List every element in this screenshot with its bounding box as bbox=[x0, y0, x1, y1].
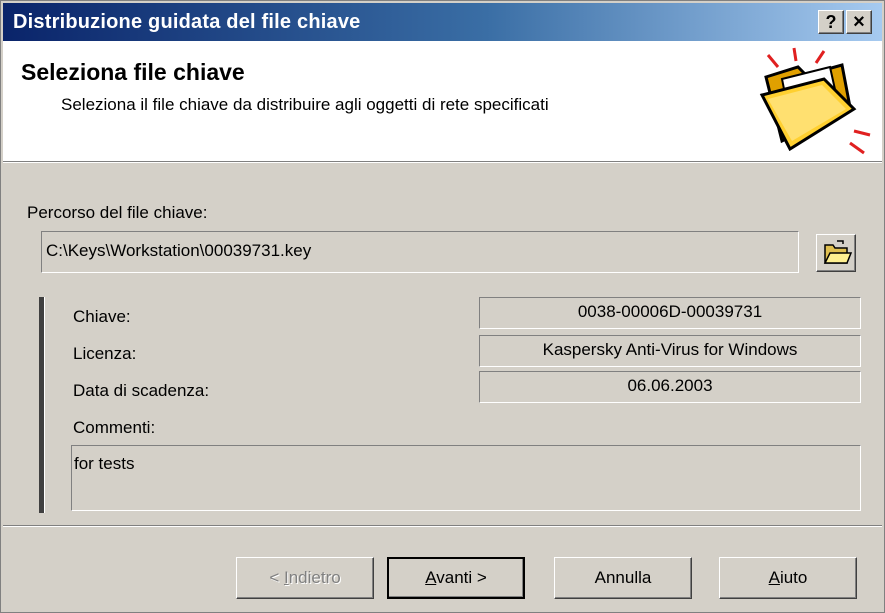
comments-value: for tests bbox=[74, 454, 135, 473]
next-button[interactable]: Avanti > bbox=[387, 557, 525, 599]
help-button-mnemonic: A bbox=[768, 568, 780, 587]
cancel-button[interactable]: Annulla bbox=[554, 557, 692, 599]
details-bracket bbox=[39, 297, 45, 513]
wizard-header: Seleziona file chiave Seleziona il file … bbox=[3, 41, 882, 161]
license-value-field: Kaspersky Anti-Virus for Windows bbox=[479, 335, 861, 367]
folder-icon bbox=[759, 47, 871, 155]
key-label: Chiave: bbox=[73, 307, 131, 326]
license-label: Licenza: bbox=[73, 344, 137, 363]
next-button-mnemonic: A bbox=[425, 568, 437, 587]
help-title-button[interactable]: ? bbox=[818, 10, 844, 34]
path-label: Percorso del file chiave: bbox=[27, 203, 208, 222]
open-folder-icon bbox=[823, 240, 853, 264]
close-button[interactable]: × bbox=[846, 10, 872, 34]
footer-separator bbox=[3, 525, 882, 527]
header-separator bbox=[3, 161, 882, 163]
back-button-label: ndietro bbox=[288, 568, 341, 587]
back-button-prefix: < bbox=[269, 568, 284, 587]
comments-field: for tests bbox=[71, 445, 861, 511]
help-button-label: iuto bbox=[779, 568, 808, 587]
title-bar[interactable]: Distribuzione guidata del file chiave ? … bbox=[3, 3, 882, 41]
comments-label: Commenti: bbox=[73, 418, 156, 437]
key-value-field: 0038-00006D-00039731 bbox=[479, 297, 861, 329]
expiry-value-field: 06.06.2003 bbox=[479, 371, 861, 403]
page-title: Seleziona file chiave bbox=[21, 59, 245, 85]
help-button[interactable]: Aiuto bbox=[719, 557, 857, 599]
key-path-field[interactable]: C:\Keys\Workstation\00039731.key bbox=[41, 231, 799, 273]
window-title: Distribuzione guidata del file chiave bbox=[13, 11, 361, 33]
browse-button[interactable] bbox=[816, 234, 856, 272]
back-button[interactable]: < Indietro bbox=[236, 557, 374, 599]
next-button-label: vanti > bbox=[436, 568, 487, 587]
page-description: Seleziona il file chiave da distribuire … bbox=[61, 95, 549, 114]
key-path-value: C:\Keys\Workstation\00039731.key bbox=[46, 241, 312, 260]
wizard-window: Distribuzione guidata del file chiave ? … bbox=[0, 0, 885, 613]
expiry-label: Data di scadenza: bbox=[73, 381, 210, 400]
